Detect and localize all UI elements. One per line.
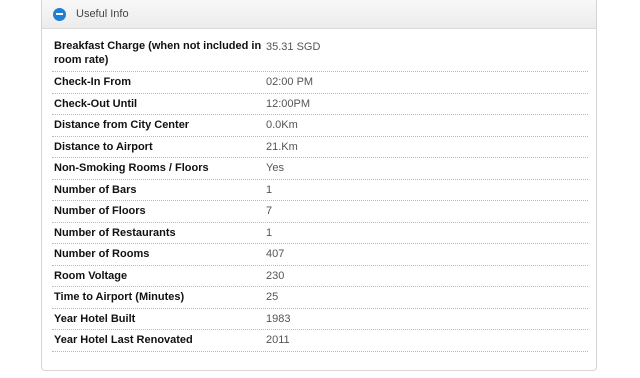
table-row: Number of Restaurants 1 [52, 223, 588, 244]
row-label: Year Hotel Last Renovated [54, 334, 193, 347]
row-label: Number of Bars [54, 183, 137, 196]
row-label: Check-Out Until [54, 97, 138, 110]
table-row: Number of Bars 1 [52, 180, 588, 201]
row-value: 35.31 SGD [266, 41, 321, 53]
row-label: Non-Smoking Rooms / Floors [54, 162, 209, 175]
row-value: 12:00PM [266, 97, 311, 110]
table-row: Number of Rooms 407 [52, 244, 588, 266]
row-label: Number of Floors [54, 205, 146, 218]
panel-title: Useful Info [76, 8, 129, 20]
info-table: Breakfast Charge (when not included in r… [52, 37, 588, 352]
row-value: 21.Km [266, 140, 298, 153]
useful-info-panel: Useful Info Breakfast Charge (when not i… [41, 0, 597, 371]
row-value: 25 [266, 291, 279, 304]
row-value: 02:00 PM [266, 76, 314, 89]
row-label: Breakfast Charge (when not included in r… [54, 40, 262, 66]
row-label: Number of Restaurants [54, 226, 176, 239]
table-row: Year Hotel Built 1983 [52, 309, 588, 330]
table-row: Distance from City Center 0.0Km [52, 115, 588, 137]
row-label: Year Hotel Built [54, 312, 136, 325]
row-label: Distance from City Center [54, 119, 190, 132]
row-value: 230 [266, 269, 285, 282]
row-value: 0.0Km [266, 119, 298, 132]
row-value: 1 [266, 226, 273, 239]
table-row: Non-Smoking Rooms / Floors Yes [52, 158, 588, 180]
panel-header[interactable]: Useful Info [42, 0, 596, 29]
row-label: Number of Rooms [54, 248, 150, 261]
table-row: Check-Out Until 12:00PM [52, 94, 588, 115]
row-label: Time to Airport (Minutes) [54, 291, 185, 304]
row-value: 2011 [266, 334, 290, 347]
minus-circle-icon[interactable] [53, 7, 66, 21]
table-row: Time to Airport (Minutes) 25 [52, 287, 588, 309]
row-value: 7 [266, 205, 273, 218]
table-row: Room Voltage 230 [52, 266, 588, 287]
table-row: Breakfast Charge (when not included in r… [52, 37, 588, 72]
row-label: Distance to Airport [54, 140, 153, 153]
table-row: Distance to Airport 21.Km [52, 137, 588, 158]
row-value: Yes [266, 162, 284, 175]
table-row: Check-In From 02:00 PM [52, 72, 588, 94]
row-label: Check-In From [54, 76, 132, 89]
row-value: 1 [266, 183, 273, 196]
row-value: 407 [266, 248, 285, 261]
row-value: 1983 [266, 312, 291, 325]
row-label: Room Voltage [54, 269, 128, 282]
table-row: Number of Floors 7 [52, 201, 588, 223]
table-row: Year Hotel Last Renovated 2011 [52, 330, 588, 352]
